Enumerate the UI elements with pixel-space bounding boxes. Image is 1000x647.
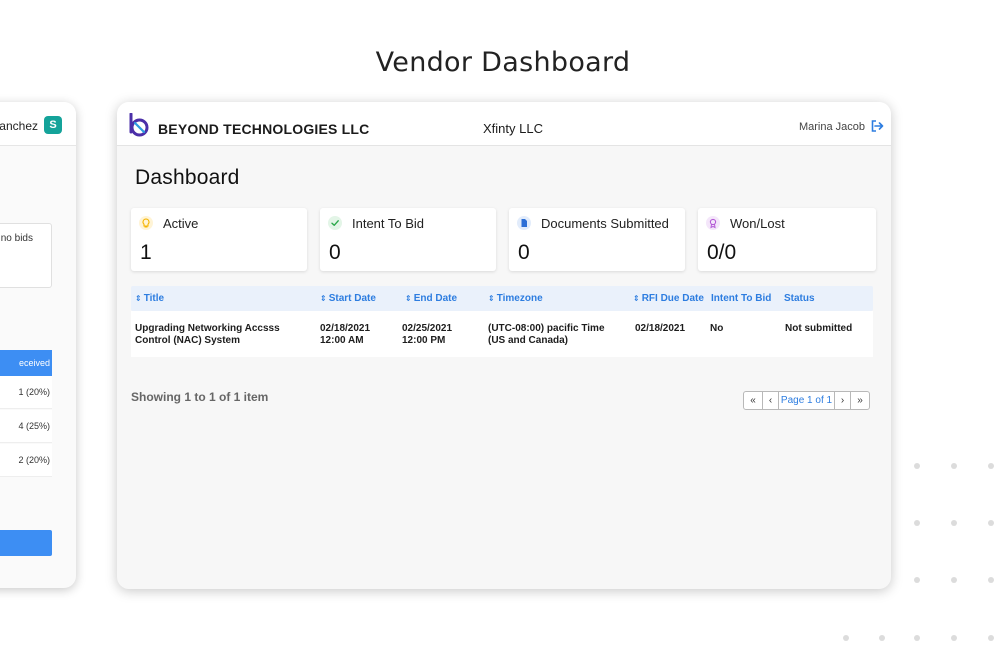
- side-row-value: 4 (25%): [18, 421, 50, 431]
- stat-value: 1: [140, 241, 152, 264]
- sort-icon: ⇕: [135, 294, 142, 303]
- column-header-intent-to-bid[interactable]: Intent To Bid: [711, 293, 771, 304]
- stat-value: 0: [329, 241, 341, 264]
- page-indicator: Page 1 of 1: [778, 391, 835, 410]
- side-info-box: no bids: [0, 223, 52, 288]
- cell-title-line1: Upgrading Networking Accsss: [135, 323, 280, 334]
- column-header-label: RFI Due Date: [641, 293, 704, 304]
- pagination-controls: « ‹ Page 1 of 1 › »: [743, 391, 870, 410]
- stat-card-documents-submitted[interactable]: Documents Submitted 0: [509, 208, 685, 271]
- sort-icon: ⇕: [405, 294, 412, 303]
- stat-card-won-lost[interactable]: Won/Lost 0/0: [698, 208, 876, 271]
- bids-table: ⇕ Title ⇕ Start Date ⇕ End Date ⇕ Timezone ⇕…: [131, 286, 873, 357]
- cell-title-line2: Control (NAC) System: [135, 335, 241, 346]
- side-user-name: anchez: [0, 119, 38, 133]
- column-header-label: Timezone: [496, 293, 543, 304]
- cell-timezone-line1: (UTC-08:00) pacific Time: [488, 323, 605, 334]
- last-page-button[interactable]: »: [850, 391, 870, 410]
- side-row-value: 1 (20%): [18, 387, 50, 397]
- stat-label: Active: [163, 216, 199, 231]
- cell-rfi-due-date: 02/18/2021: [635, 323, 686, 334]
- table-row[interactable]: Upgrading Networking Accsss Control (NAC…: [131, 311, 873, 357]
- company-name: BEYOND TECHNOLOGIES LLC: [158, 121, 370, 137]
- check-icon: [328, 216, 342, 230]
- award-icon: [706, 216, 720, 230]
- sort-icon: ⇕: [488, 294, 495, 303]
- cell-end-date-value: 02/25/2021: [402, 323, 453, 334]
- side-table-row: 4 (25%): [0, 410, 52, 443]
- column-header-title[interactable]: ⇕ Title: [135, 293, 164, 304]
- cell-start-date-value: 02/18/2021: [320, 323, 371, 334]
- pagination-summary: Showing 1 to 1 of 1 item: [131, 390, 269, 404]
- cell-title: Upgrading Networking Accsss Control (NAC…: [135, 323, 280, 347]
- previous-page-button[interactable]: ‹: [762, 391, 779, 410]
- column-header-status[interactable]: Status: [784, 293, 815, 304]
- side-avatar[interactable]: S: [44, 116, 62, 134]
- side-table-row: 1 (20%): [0, 376, 52, 409]
- lightbulb-icon: [139, 216, 153, 230]
- vendor-name: Xfinty LLC: [483, 121, 543, 136]
- top-bar: BEYOND TECHNOLOGIES LLC Xfinty LLC Marin…: [117, 102, 891, 146]
- cell-end-time-value: 12:00 PM: [402, 335, 446, 346]
- column-header-label: Title: [143, 293, 165, 304]
- cell-status: Not submitted: [785, 323, 853, 334]
- stat-card-active[interactable]: Active 1: [131, 208, 307, 271]
- first-page-button[interactable]: «: [743, 391, 763, 410]
- side-table-header-label: eceived: [18, 358, 50, 368]
- cell-intent-to-bid: No: [710, 323, 724, 334]
- page-heading: Vendor Dashboard: [375, 47, 631, 78]
- cell-timezone-line2: (US and Canada): [488, 335, 569, 346]
- side-box-text: no bids: [0, 233, 33, 244]
- sort-icon: ⇕: [320, 294, 327, 303]
- side-table-header: eceived: [0, 350, 52, 376]
- table-header-row: ⇕ Title ⇕ Start Date ⇕ End Date ⇕ Timezone ⇕…: [131, 286, 873, 311]
- sort-icon: ⇕: [633, 294, 640, 303]
- stat-card-intent-to-bid[interactable]: Intent To Bid 0: [320, 208, 496, 271]
- column-header-label: End Date: [413, 293, 458, 304]
- side-table-row: 2 (20%): [0, 444, 52, 477]
- side-card-header: anchez S: [0, 102, 76, 146]
- column-header-start-date[interactable]: ⇕ Start Date: [320, 293, 376, 304]
- stat-label: Intent To Bid: [352, 216, 425, 231]
- side-dashboard-card: anchez S no bids eceived 1 (20%) 4 (25%)…: [0, 102, 76, 588]
- column-header-rfi-due-date[interactable]: ⇕ RFI Due Date: [633, 293, 704, 304]
- column-header-label: Start Date: [328, 293, 376, 304]
- cell-end-date: 02/25/2021 12:00 PM: [402, 323, 452, 347]
- stat-label: Documents Submitted: [541, 216, 669, 231]
- page-title: Dashboard: [135, 166, 240, 189]
- column-header-end-date[interactable]: ⇕ End Date: [405, 293, 457, 304]
- side-row-value: 2 (20%): [18, 455, 50, 465]
- cell-start-time-value: 12:00 AM: [320, 335, 364, 346]
- document-icon: [517, 216, 531, 230]
- stat-label: Won/Lost: [730, 216, 785, 231]
- cell-timezone: (UTC-08:00) pacific Time (US and Canada): [488, 323, 605, 347]
- company-logo-icon: [129, 113, 149, 137]
- logout-icon[interactable]: [870, 119, 884, 133]
- next-page-button[interactable]: ›: [834, 391, 851, 410]
- cell-start-date: 02/18/2021 12:00 AM: [320, 323, 370, 347]
- side-action-button[interactable]: [0, 530, 52, 556]
- stat-value: 0/0: [707, 241, 737, 264]
- vendor-dashboard-window: BEYOND TECHNOLOGIES LLC Xfinty LLC Marin…: [117, 102, 891, 589]
- stat-value: 0: [518, 241, 530, 264]
- user-name[interactable]: Marina Jacob: [799, 121, 865, 133]
- column-header-timezone[interactable]: ⇕ Timezone: [488, 293, 543, 304]
